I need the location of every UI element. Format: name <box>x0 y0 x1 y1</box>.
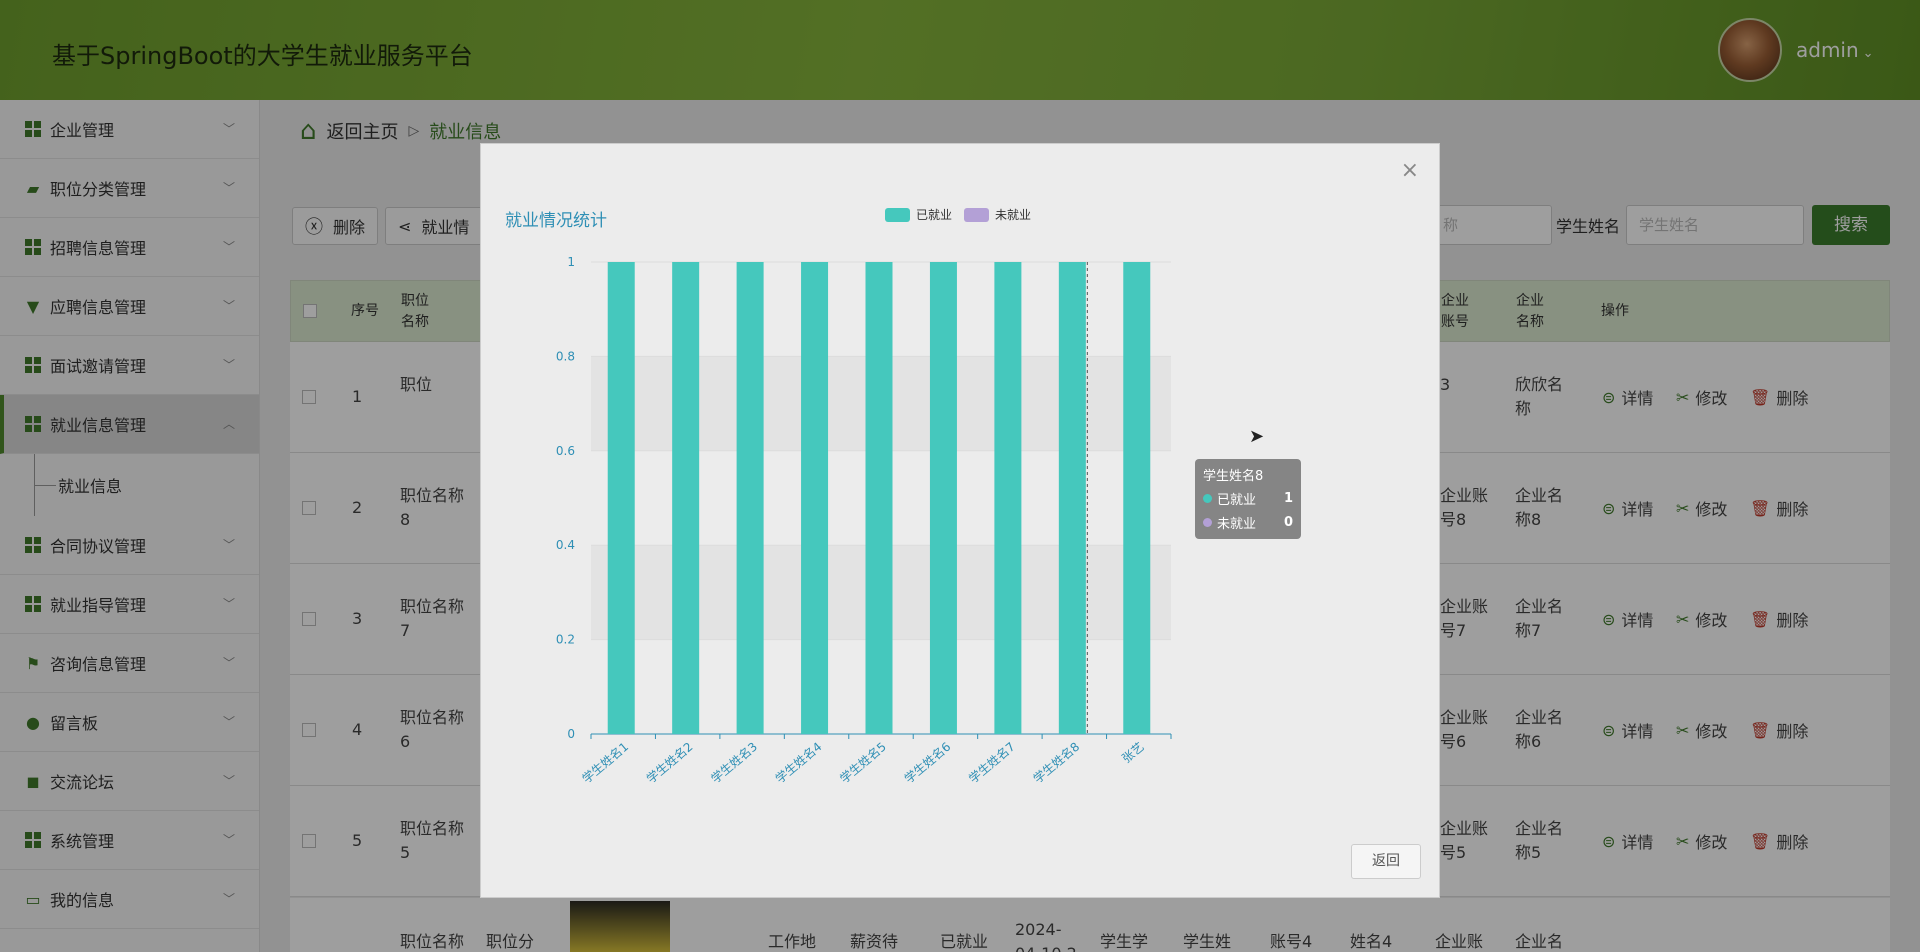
bar <box>994 262 1022 734</box>
tooltip-label: 已就业 <box>1217 493 1257 508</box>
tooltip-row: 未就业 0 <box>1203 513 1293 532</box>
x-tick-label: 学生姓名6 <box>901 739 953 786</box>
x-tick-label: 学生姓名7 <box>966 739 1018 786</box>
tooltip-row: 已就业 1 <box>1203 489 1293 508</box>
tooltip-dot <box>1203 494 1212 503</box>
x-tick-label: 学生姓名4 <box>772 739 824 786</box>
mouse-cursor-icon: ➤ <box>1249 426 1265 447</box>
bar <box>801 262 829 734</box>
stats-modal: × 就业情况统计 已就业 未就业 0 0.2 0.4 0.6 0.8 1 学生姓名1 学生姓名… <box>480 143 1440 898</box>
x-tick-label: 张艺 <box>1119 740 1146 766</box>
x-tick-label: 学生姓名5 <box>837 739 889 786</box>
tooltip-title: 学生姓名8 <box>1203 469 1264 484</box>
chart-tooltip: 学生姓名8 已就业 1 未就业 0 <box>1195 459 1301 539</box>
bar <box>929 262 957 734</box>
bar <box>736 262 764 734</box>
x-tick-label: 学生姓名8 <box>1030 739 1082 786</box>
bar <box>1058 262 1086 734</box>
y-tick-label: 0 <box>567 727 575 741</box>
y-tick-label: 0.4 <box>556 538 575 552</box>
y-tick-label: 0.6 <box>556 444 575 458</box>
return-button[interactable]: 返回 <box>1351 844 1421 879</box>
y-tick-label: 1 <box>567 255 575 269</box>
tooltip-dot <box>1203 518 1212 527</box>
bar <box>1123 262 1151 734</box>
x-tick-label: 学生姓名2 <box>643 739 695 786</box>
tooltip-label: 未就业 <box>1217 517 1257 532</box>
y-tick-label: 0.8 <box>556 349 575 363</box>
x-tick-label: 学生姓名3 <box>708 739 760 786</box>
tooltip-value: 0 <box>1283 515 1293 530</box>
bar <box>865 262 893 734</box>
x-tick-label: 学生姓名1 <box>579 739 631 786</box>
bar <box>672 262 700 734</box>
tooltip-value: 1 <box>1283 491 1293 506</box>
y-tick-label: 0.2 <box>556 633 575 647</box>
bar <box>607 262 635 734</box>
